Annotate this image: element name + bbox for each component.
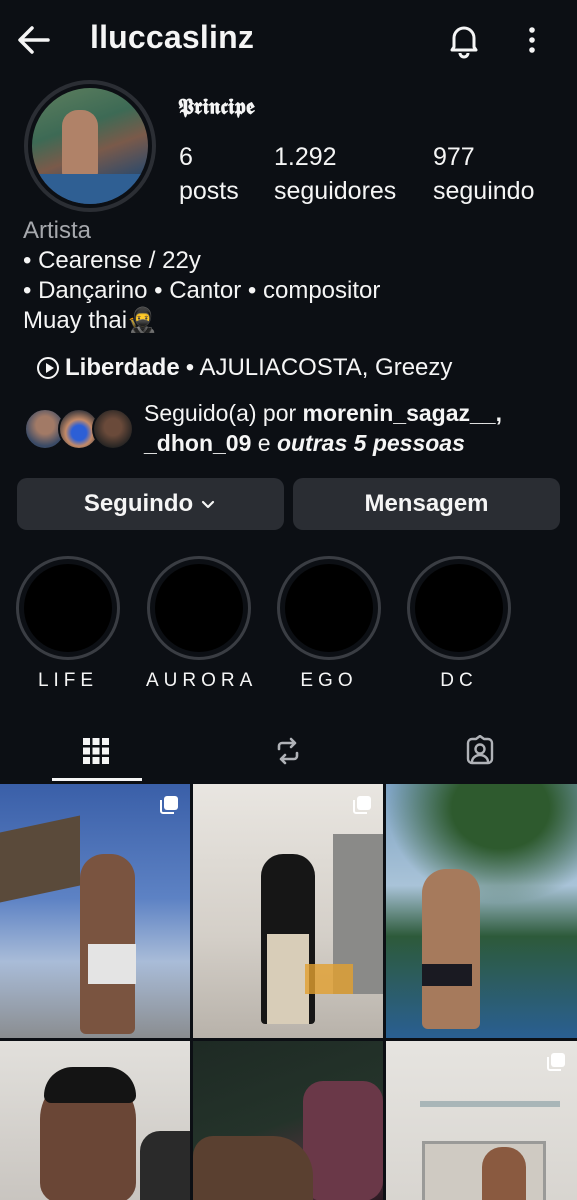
follower-username: _dhon_09 [144,430,252,456]
more-options-button[interactable] [518,22,546,58]
post-figure [482,1147,526,1200]
grid-icon [83,738,109,764]
followed-others: outras 5 pessoas [276,430,465,456]
music-artists: • AJULIACOSTA, Greezy [185,354,453,381]
tab-grid[interactable] [0,720,192,782]
highlight-label: LIFE [37,670,99,691]
highlight-cover [24,564,112,652]
highlight-label: AURORA [146,670,258,691]
post-shelf [420,1101,560,1107]
post-thumbnail[interactable] [386,1041,577,1200]
bio-line: • Dançarino • Cantor • compositor [23,277,381,304]
profile-username: lluccaslinz [90,19,255,55]
tab-tagged[interactable] [384,720,576,782]
multiple-photos-icon [353,796,371,814]
followed-conj: e [251,430,277,456]
post-thumbnail[interactable] [193,784,383,1038]
profile-avatar-ring[interactable] [24,80,156,212]
avatar-figure [62,110,98,180]
story-highlight[interactable]: LIFE [15,556,121,692]
bell-icon [450,26,478,59]
post-shorts [422,964,472,986]
highlight-ring [16,556,120,660]
following-button-label: Seguindo [83,490,194,517]
more-vertical-icon [529,27,535,53]
tab-reposts[interactable] [192,720,384,782]
profile-music[interactable]: Liberdade • AJULIACOSTA, Greezy [37,354,452,382]
post-thumbnail[interactable] [0,784,190,1038]
highlight-ring [277,556,381,660]
post-thumbnail[interactable] [0,1041,190,1200]
multiple-photos-icon [547,1053,565,1071]
highlight-label: EGO [300,670,358,691]
multiple-photos-icon [160,796,178,814]
display-name: 𝕻𝖗𝖎𝖓𝖈𝖎𝖕𝖊 [178,94,255,120]
post-thumbnail[interactable] [193,1041,383,1200]
posts-count: 6 [179,143,193,171]
top-bar: lluccaslinz [0,0,577,80]
highlight-label: DC [440,670,478,691]
story-highlight[interactable]: EGO [276,556,382,692]
highlight-cover [285,564,373,652]
post-cap [140,1131,190,1200]
post-shelter [0,815,80,903]
followed-by-text: Seguido(a) por morenin_sagaz__, _dhon_09… [144,398,564,458]
chevron-down-icon [202,500,215,509]
posts-label: posts [179,177,239,205]
notifications-button[interactable] [444,20,484,60]
followers-label: seguidores [274,177,397,205]
profile-bio: Artista • Cearense / 22y • Dançarino • C… [23,216,563,336]
post-arm [193,1136,313,1200]
stat-following[interactable]: 977 seguindo [433,140,534,208]
following-label: seguindo [433,177,535,205]
profile-tabs [0,720,577,782]
post-fabric [303,1081,383,1200]
stat-followers[interactable]: 1.292 seguidores [274,140,396,208]
post-pants [267,934,309,1024]
highlight-cover [415,564,503,652]
avatar-pool [32,174,148,204]
follower-username: morenin_sagaz__, [302,400,502,426]
avatar [92,408,134,450]
following-count: 977 [433,143,475,171]
story-highlight[interactable]: AURORA [146,556,252,692]
active-tab-indicator [52,778,142,781]
posts-grid [0,784,577,1200]
music-song-title: Liberdade [65,354,180,381]
highlight-cover [155,564,243,652]
avatar [32,88,148,204]
story-highlight[interactable]: DC [406,556,512,692]
post-thumbnail[interactable] [386,784,577,1038]
post-palm [386,784,577,904]
message-button[interactable]: Mensagem [293,478,560,530]
tagged-person-icon [466,735,494,765]
following-button[interactable]: Seguindo [17,478,284,530]
followers-count: 1.292 [274,143,337,171]
repost-icon [277,737,299,765]
highlight-ring [407,556,511,660]
followed-prefix: Seguido(a) por [144,400,303,426]
post-shorts [88,944,136,984]
post-figure [422,869,480,1029]
post-hair [44,1067,136,1103]
followed-by[interactable]: Seguido(a) por morenin_sagaz__, _dhon_09… [24,398,564,462]
play-circle-icon [37,357,59,379]
bio-category: Artista [23,217,92,244]
stat-posts[interactable]: 6 posts [179,140,239,208]
bio-line: Muay thai🥷 [23,307,157,334]
bio-line: • Cearense / 22y [23,247,201,274]
post-floor-mark [305,964,353,994]
arrow-left-icon [18,26,50,54]
back-button[interactable] [14,20,54,60]
highlight-ring [147,556,251,660]
message-button-label: Mensagem [364,490,489,517]
